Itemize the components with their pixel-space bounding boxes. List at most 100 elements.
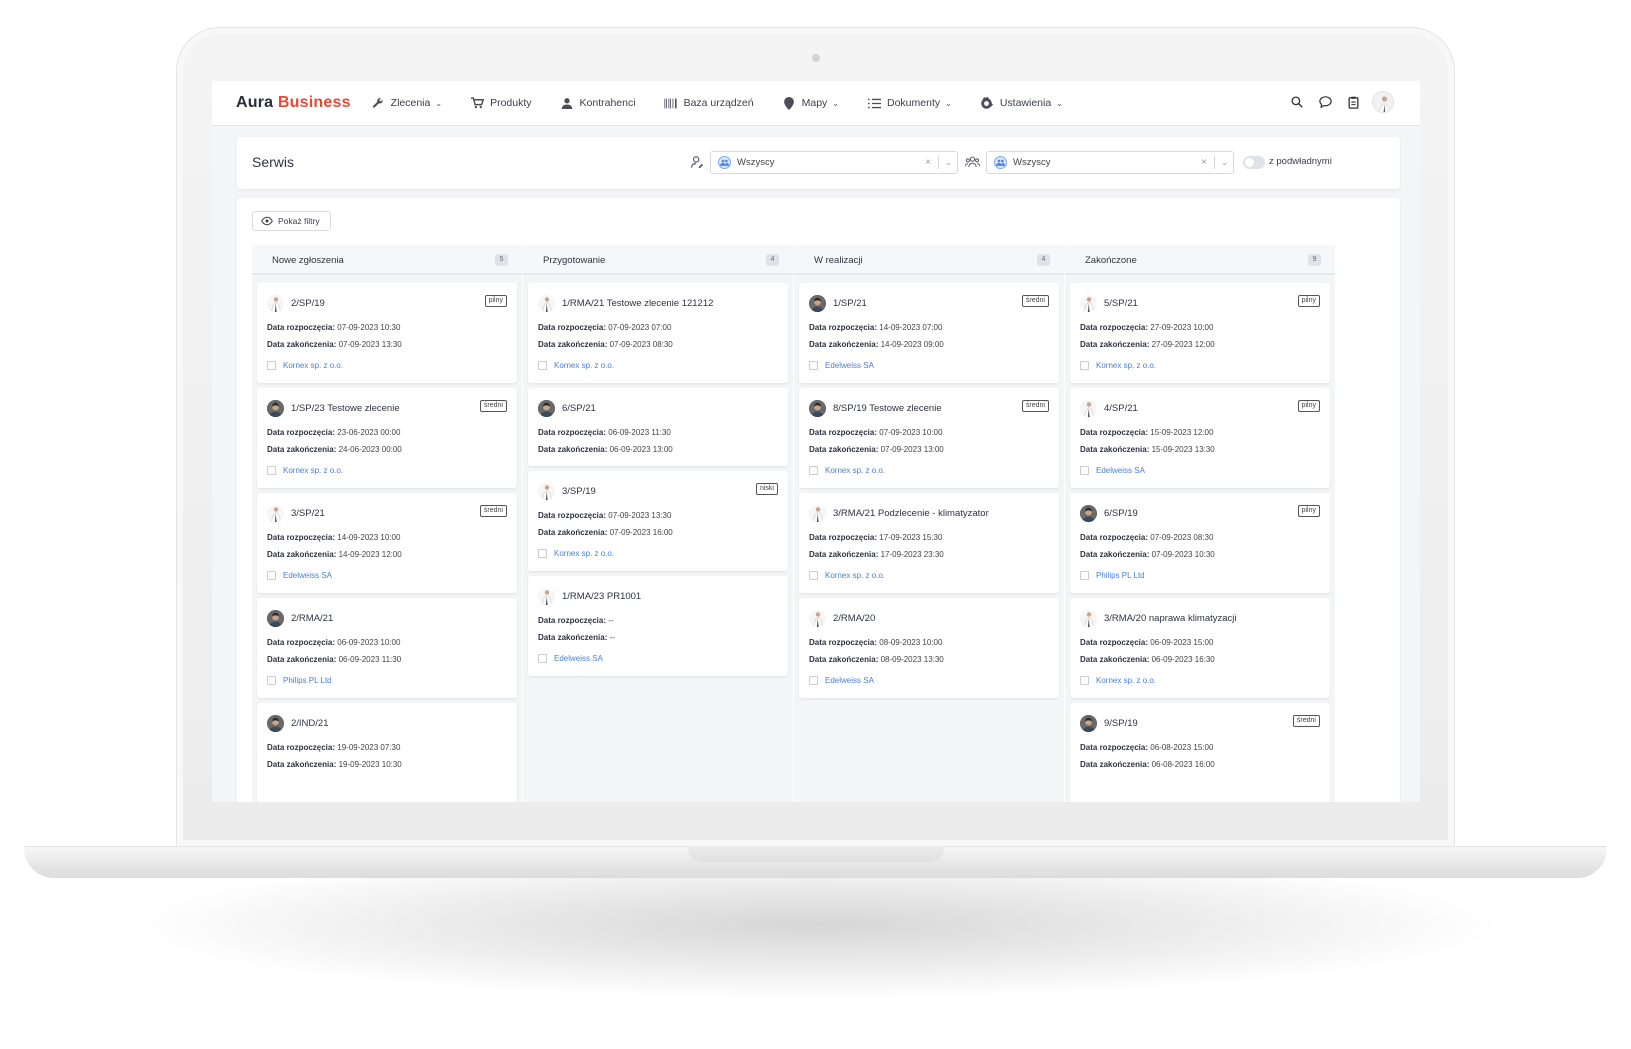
client-checkbox[interactable] [1080, 361, 1089, 370]
client-checkbox[interactable] [538, 549, 547, 558]
client-link[interactable]: Philips PL Ltd [1080, 571, 1145, 580]
client-checkbox[interactable] [267, 466, 276, 475]
client-link[interactable]: Kornex sp. z o.o. [538, 549, 614, 558]
task-card[interactable]: 2/IND/21 Data rozpoczęcia: 19-09-2023 07:… [257, 703, 517, 802]
client-link[interactable]: Philips PL Ltd [267, 676, 332, 685]
end-date-value: 24-06-2023 00:00 [338, 445, 402, 454]
task-card[interactable]: 9/SP/19 średni Data rozpoczęcia: 06-08-202… [1070, 703, 1330, 802]
start-date-row: Data rozpoczęcia: 06-09-2023 15:00 [1080, 638, 1213, 647]
task-card[interactable]: 3/SP/19 niski Data rozpoczęcia: 07-09-2023… [528, 471, 788, 571]
client-link[interactable]: Kornex sp. z o.o. [267, 361, 343, 370]
task-card[interactable]: 8/SP/19 Testowe zlecenie średni Data rozpo… [799, 388, 1059, 488]
clear-icon[interactable]: × [1201, 157, 1207, 168]
task-card[interactable]: 1/RMA/21 Testowe zlecenie 121212 Data roz… [528, 283, 788, 383]
client-link[interactable]: Edelweiss SA [267, 571, 332, 580]
client-link[interactable]: Edelweiss SA [538, 654, 603, 663]
group-icon [994, 156, 1007, 169]
task-card[interactable]: 1/RMA/23 PR1001 Data rozpoczęcia: -- Data … [528, 576, 788, 676]
start-date-label: Data rozpoczęcia: [267, 323, 336, 332]
show-filters-button[interactable]: Pokaż filtry [252, 211, 331, 231]
task-card[interactable]: 6/SP/21 Data rozpoczęcia: 06-09-2023 11:3… [528, 388, 788, 466]
end-date-label: Data zakończenia: [267, 760, 337, 769]
task-card[interactable]: 1/SP/23 Testowe zlecenie średni Data rozpo… [257, 388, 517, 488]
client-link[interactable]: Kornex sp. z o.o. [1080, 676, 1156, 685]
assignee-select[interactable]: Wszyscy × ⌄ [710, 151, 958, 174]
end-date-row: Data zakończenia: 27-09-2023 12:00 [1080, 340, 1215, 349]
nav-ustawienia[interactable]: Ustawienia ⌄ [980, 96, 1063, 110]
task-title: 6/SP/19 [1104, 508, 1138, 519]
chevron-down-icon: ⌄ [945, 98, 952, 108]
assignee-avatar [1080, 400, 1097, 417]
task-card[interactable]: 2/RMA/20 Data rozpoczęcia: 08-09-2023 10:… [799, 598, 1059, 698]
client-checkbox[interactable] [538, 654, 547, 663]
client-checkbox[interactable] [809, 676, 818, 685]
client-checkbox[interactable] [267, 571, 276, 580]
search-icon[interactable] [1288, 93, 1306, 111]
team-select[interactable]: Wszyscy × ⌄ [986, 151, 1234, 174]
page-header-card: Serwis Wszyscy × ⌄ Wszyscy × ⌄ z podwład… [237, 137, 1400, 189]
client-checkbox[interactable] [1080, 466, 1089, 475]
client-checkbox[interactable] [267, 361, 276, 370]
end-date-row: Data zakończenia: 07-09-2023 10:30 [1080, 550, 1215, 559]
client-name: Kornex sp. z o.o. [825, 571, 886, 580]
client-link[interactable]: Kornex sp. z o.o. [267, 466, 343, 475]
task-card[interactable]: 3/RMA/21 Podzlecenie - klimatyzator Data … [799, 493, 1059, 593]
start-date-row: Data rozpoczęcia: 17-09-2023 15:30 [809, 533, 942, 542]
task-card[interactable]: 3/RMA/20 naprawa klimatyzacji Data rozpoc… [1070, 598, 1330, 698]
chat-icon[interactable] [1316, 93, 1334, 111]
client-checkbox[interactable] [809, 361, 818, 370]
top-navbar: Aura Business Zlecenia ⌄ Produkty Kontra… [212, 81, 1420, 126]
client-name: Edelweiss SA [283, 571, 332, 580]
end-date-label: Data zakończenia: [538, 633, 608, 642]
start-date-label: Data rozpoczęcia: [809, 533, 878, 542]
task-title: 2/SP/19 [291, 298, 325, 309]
client-name: Philips PL Ltd [283, 676, 332, 685]
client-link[interactable]: Kornex sp. z o.o. [809, 571, 885, 580]
nav-baza-urzadzen[interactable]: Baza urządzeń [664, 96, 754, 110]
client-link[interactable]: Edelweiss SA [809, 676, 874, 685]
assignee-avatar [538, 588, 555, 605]
task-card[interactable]: 2/SP/19 pilny Data rozpoczęcia: 07-09-2023… [257, 283, 517, 383]
task-title: 2/RMA/20 [833, 613, 876, 624]
start-date-label: Data rozpoczęcia: [267, 428, 336, 437]
nav-produkty[interactable]: Produkty [470, 96, 532, 110]
clipboard-icon[interactable] [1344, 93, 1362, 111]
client-checkbox[interactable] [538, 361, 547, 370]
client-checkbox[interactable] [1080, 571, 1089, 580]
priority-badge: niski [755, 483, 778, 495]
end-date-value: -- [609, 633, 615, 642]
client-checkbox[interactable] [1080, 676, 1089, 685]
task-card[interactable]: 1/SP/21 średni Data rozpoczęcia: 14-09-202… [799, 283, 1059, 383]
task-card[interactable]: 3/SP/21 średni Data rozpoczęcia: 14-09-202… [257, 493, 517, 593]
chevron-down-icon[interactable]: ⌄ [945, 158, 952, 167]
map-pin-icon [782, 96, 796, 110]
start-date-value: 27-09-2023 10:00 [1150, 323, 1214, 332]
client-checkbox[interactable] [809, 466, 818, 475]
client-link[interactable]: Edelweiss SA [1080, 466, 1145, 475]
clear-icon[interactable]: × [925, 157, 931, 168]
task-card[interactable]: 4/SP/21 pilny Data rozpoczęcia: 15-09-2023… [1070, 388, 1330, 488]
client-link[interactable]: Kornex sp. z o.o. [538, 361, 614, 370]
start-date-value: 06-08-2023 15:00 [1150, 743, 1214, 752]
client-checkbox[interactable] [809, 571, 818, 580]
end-date-label: Data zakończenia: [809, 655, 879, 664]
nav-mapy[interactable]: Mapy ⌄ [782, 96, 839, 110]
nav-kontrahenci[interactable]: Kontrahenci [560, 96, 636, 110]
client-link[interactable]: Kornex sp. z o.o. [1080, 361, 1156, 370]
task-card[interactable]: 6/SP/19 pilny Data rozpoczęcia: 07-09-2023… [1070, 493, 1330, 593]
client-link[interactable]: Edelweiss SA [809, 361, 874, 370]
subordinates-toggle[interactable] [1243, 156, 1265, 169]
client-checkbox[interactable] [267, 676, 276, 685]
nav-zlecenia[interactable]: Zlecenia ⌄ [371, 96, 442, 110]
brand-logo[interactable]: Aura Business [236, 94, 351, 112]
task-card[interactable]: 5/SP/21 pilny Data rozpoczęcia: 27-09-2023… [1070, 283, 1330, 383]
user-avatar[interactable] [1372, 91, 1394, 113]
column-title: W realizacji [814, 255, 863, 266]
nav-dokumenty[interactable]: Dokumenty ⌄ [867, 96, 952, 110]
chevron-down-icon[interactable]: ⌄ [1221, 158, 1228, 167]
task-card[interactable]: 2/RMA/21 Data rozpoczęcia: 06-09-2023 10:… [257, 598, 517, 698]
start-date-label: Data rozpoczęcia: [809, 428, 878, 437]
client-link[interactable]: Kornex sp. z o.o. [809, 466, 885, 475]
end-date-label: Data zakończenia: [809, 340, 879, 349]
end-date-value: 06-09-2023 16:30 [1151, 655, 1215, 664]
